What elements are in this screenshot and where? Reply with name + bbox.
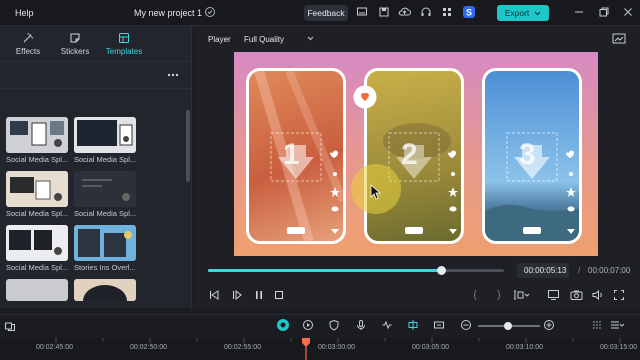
playback-progress <box>208 269 442 272</box>
stickers-icon <box>69 32 81 44</box>
export-button[interactable]: Export <box>497 5 549 21</box>
phone-number-3: 3 <box>519 138 536 171</box>
timeline-tick-label: 00:02:45:00 <box>36 344 73 351</box>
template-thumb-1[interactable] <box>6 117 68 153</box>
volume-icon[interactable] <box>591 289 604 301</box>
chevron-down-icon <box>534 11 541 16</box>
phone-number-2: 2 <box>401 138 418 171</box>
panel-scrollbar[interactable] <box>186 110 190 182</box>
export-label: Export <box>504 8 530 18</box>
template-thumb-2[interactable] <box>74 117 136 153</box>
svg-text:S: S <box>466 8 472 18</box>
phone-frame-2: 2 <box>364 68 464 244</box>
minimize-icon[interactable] <box>573 6 587 20</box>
zoom-slider-knob[interactable] <box>504 322 512 330</box>
feedback-button[interactable]: Feedback <box>304 5 348 21</box>
mark-in-icon[interactable] <box>470 289 480 301</box>
playhead-marker[interactable] <box>301 338 311 360</box>
template-label-5: Social Media Spl... <box>6 263 69 272</box>
tab-templates-label: Templates <box>105 47 143 56</box>
timeline-layout-icon[interactable] <box>4 320 16 332</box>
template-label-2: Social Media Spl... <box>74 155 137 164</box>
screen-icon[interactable] <box>356 6 370 20</box>
tab-stickers[interactable]: Stickers <box>56 26 94 62</box>
speed-icon[interactable] <box>302 319 314 331</box>
time-separator: / <box>578 266 581 275</box>
current-time: 00:00:05:13 <box>524 266 567 275</box>
template-label-3: Social Media Spl... <box>6 209 69 218</box>
phone-frame-3: 3 <box>482 68 582 244</box>
cloud-upload-icon[interactable] <box>398 6 412 20</box>
tab-stickers-label: Stickers <box>60 47 90 56</box>
restore-icon[interactable] <box>598 6 612 20</box>
template-thumb-4[interactable] <box>74 171 136 207</box>
template-thumb-3[interactable] <box>6 171 68 207</box>
timeline-tick-label: 00:02:50:00 <box>130 344 167 351</box>
template-label-4: Social Media Spl... <box>74 209 137 218</box>
tab-effects-label: Effects <box>15 47 41 56</box>
save-icon[interactable] <box>378 6 392 20</box>
template-label-6: Stories Ins Overl... <box>74 263 136 272</box>
templates-icon <box>118 32 130 44</box>
play-icon[interactable] <box>231 289 243 301</box>
brand-s-icon[interactable]: S <box>462 5 476 19</box>
zoom-in-icon[interactable] <box>543 319 555 331</box>
timeline-tick-label: 00:03:15:00 <box>600 344 637 351</box>
divider <box>0 88 190 89</box>
fullscreen-icon[interactable] <box>613 289 625 301</box>
zoom-out-icon[interactable] <box>460 319 472 331</box>
camera-snapshot-icon[interactable] <box>570 289 583 301</box>
previous-frame-icon[interactable] <box>208 289 220 301</box>
preview-canvas[interactable]: 1 2 3 <box>234 52 598 256</box>
pause-icon[interactable] <box>253 289 265 301</box>
template-thumb-8[interactable] <box>74 279 136 301</box>
split-snap-icon[interactable] <box>407 319 419 331</box>
headset-icon[interactable] <box>420 6 434 20</box>
mark-out-icon[interactable] <box>494 289 504 301</box>
phone-number-1: 1 <box>283 138 300 171</box>
stop-icon[interactable] <box>273 289 285 301</box>
tab-effects[interactable]: Effects <box>10 26 46 62</box>
close-icon[interactable] <box>622 6 636 20</box>
heart-badge-icon <box>352 84 378 110</box>
crop-adjust-icon[interactable] <box>512 289 530 301</box>
timeline-tick-label: 00:03:10:00 <box>506 344 543 351</box>
template-thumb-5[interactable] <box>6 225 68 261</box>
project-title[interactable]: My new project 1 <box>134 8 202 18</box>
chevron-down-icon[interactable] <box>307 36 314 41</box>
effects-icon <box>22 32 34 44</box>
timeline-settings-icon[interactable] <box>609 319 625 331</box>
player-label: Player <box>208 35 231 44</box>
timeline-tick-label: 00:03:05:00 <box>412 344 449 351</box>
tab-templates[interactable]: Templates <box>104 26 144 62</box>
grid-apps-icon[interactable] <box>441 6 455 20</box>
microphone-icon[interactable] <box>355 319 367 331</box>
voice-enhance-icon[interactable] <box>381 319 393 331</box>
grid-view-icon[interactable] <box>591 319 603 331</box>
timeline-tick-label: 00:03:00:00 <box>318 344 355 351</box>
phone-frame-1: 1 <box>246 68 346 244</box>
template-thumb-7[interactable] <box>6 279 68 301</box>
total-time: 00:00:07:00 <box>588 266 631 275</box>
ai-toggle-icon[interactable] <box>276 318 290 332</box>
timeline-tick-label: 00:02:55:00 <box>224 344 261 351</box>
more-options-icon[interactable] <box>167 70 179 80</box>
template-label-1: Social Media Spl... <box>6 155 69 164</box>
display-icon[interactable] <box>547 289 561 301</box>
shield-mask-icon[interactable] <box>328 319 340 331</box>
saved-check-icon <box>204 6 218 20</box>
quality-select[interactable]: Full Quality <box>244 35 284 44</box>
template-thumb-6[interactable] <box>74 225 136 261</box>
help-menu[interactable]: Help <box>15 8 34 18</box>
replace-clip-icon[interactable] <box>433 319 445 331</box>
mouse-cursor-icon <box>370 184 382 200</box>
snapshot-image-icon[interactable] <box>612 33 626 44</box>
